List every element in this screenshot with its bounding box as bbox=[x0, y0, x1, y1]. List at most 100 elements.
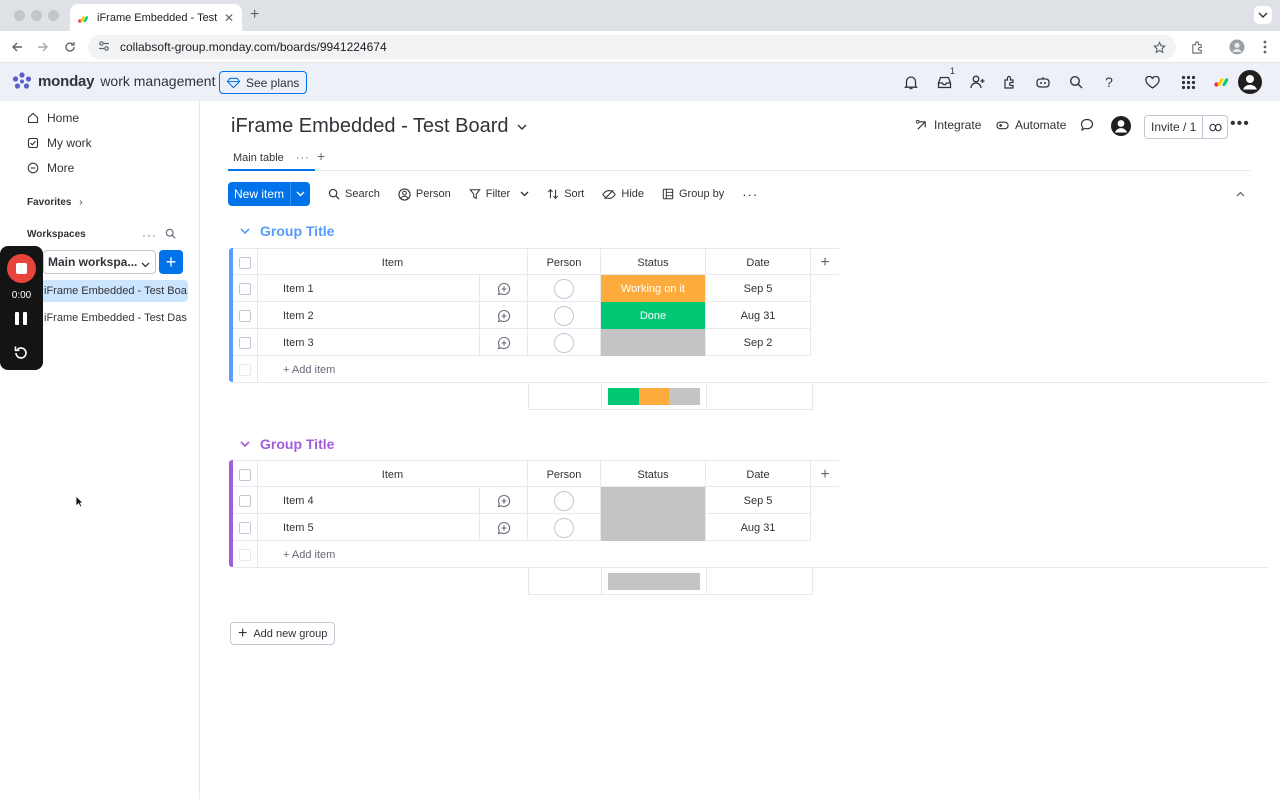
workspace-selector[interactable]: Main workspa... bbox=[43, 250, 156, 274]
column-header-status[interactable]: Status bbox=[601, 461, 706, 488]
sidebar-item-home[interactable]: Home bbox=[27, 111, 79, 125]
item-name[interactable]: Item 3 bbox=[258, 329, 480, 356]
column-header-date[interactable]: Date bbox=[706, 249, 811, 276]
workspaces-search-icon[interactable] bbox=[165, 228, 176, 242]
column-header-item[interactable]: Item bbox=[258, 461, 528, 488]
add-update-icon[interactable] bbox=[480, 487, 528, 514]
date-cell[interactable]: Sep 5 bbox=[706, 275, 811, 302]
date-cell[interactable]: Aug 31 bbox=[706, 514, 811, 541]
inbox-icon[interactable]: 1 bbox=[935, 66, 955, 91]
status-summary-bar[interactable] bbox=[608, 387, 700, 405]
status-cell[interactable]: Working on it bbox=[601, 275, 706, 302]
extensions-icon[interactable] bbox=[1189, 39, 1205, 55]
row-checkbox[interactable] bbox=[233, 275, 258, 302]
add-workspace-item-button[interactable]: + bbox=[159, 250, 183, 274]
add-update-icon[interactable] bbox=[480, 514, 528, 541]
chevron-down-icon[interactable] bbox=[240, 441, 250, 447]
select-all-checkbox[interactable] bbox=[233, 461, 258, 488]
group-title[interactable]: Group Title bbox=[260, 436, 334, 452]
site-settings-icon[interactable] bbox=[98, 40, 110, 55]
automate-button[interactable]: Automate bbox=[996, 118, 1066, 132]
item-name[interactable]: Item 2 bbox=[258, 302, 480, 329]
invite-button[interactable]: Invite / 1 bbox=[1144, 115, 1229, 139]
column-header-item[interactable]: Item bbox=[258, 249, 528, 276]
stop-recording-button[interactable] bbox=[7, 254, 36, 283]
add-update-icon[interactable] bbox=[480, 302, 528, 329]
browser-tab[interactable]: iFrame Embedded - Test Board ✕ bbox=[70, 4, 242, 31]
row-checkbox[interactable] bbox=[233, 514, 258, 541]
address-bar[interactable]: collabsoft-group.monday.com/boards/99412… bbox=[88, 35, 1176, 59]
app-switcher-grid-icon[interactable] bbox=[1179, 73, 1197, 91]
group-header[interactable]: Group Title bbox=[240, 223, 334, 239]
user-avatar-icon[interactable] bbox=[1238, 70, 1262, 94]
integrate-button[interactable]: Integrate bbox=[915, 118, 981, 132]
column-header-date[interactable]: Date bbox=[706, 461, 811, 488]
column-header-person[interactable]: Person bbox=[528, 461, 601, 488]
collapse-header-icon[interactable] bbox=[1230, 185, 1250, 203]
chevron-down-icon[interactable] bbox=[240, 228, 250, 234]
tab-search-chevron-icon[interactable] bbox=[1254, 6, 1272, 24]
help-icon[interactable]: ? bbox=[1100, 73, 1118, 91]
board-updates-icon[interactable] bbox=[1080, 118, 1094, 131]
status-cell[interactable] bbox=[601, 514, 706, 541]
status-cell[interactable] bbox=[601, 329, 706, 356]
table-row[interactable]: Item 3 Sep 2 bbox=[233, 329, 811, 356]
table-row[interactable]: Item 2 Done Aug 31 bbox=[233, 302, 811, 329]
sidebar-item-more[interactable]: More bbox=[27, 161, 74, 175]
chevron-down-icon[interactable] bbox=[291, 191, 310, 197]
back-icon[interactable] bbox=[9, 39, 25, 55]
forward-icon[interactable] bbox=[35, 39, 51, 55]
browser-menu-icon[interactable] bbox=[1257, 39, 1273, 55]
profile-avatar-icon[interactable] bbox=[1229, 39, 1245, 55]
board-owner-avatar-icon[interactable] bbox=[1111, 116, 1131, 139]
person-cell[interactable] bbox=[528, 302, 601, 329]
apps-marketplace-icon[interactable] bbox=[1001, 73, 1019, 91]
sidebar-board-item[interactable]: iFrame Embedded - Test Boa... bbox=[40, 280, 188, 302]
copy-link-icon[interactable] bbox=[1203, 123, 1227, 132]
heart-icon[interactable] bbox=[1143, 73, 1161, 91]
column-header-status[interactable]: Status bbox=[601, 249, 706, 276]
date-cell[interactable]: Sep 2 bbox=[706, 329, 811, 356]
window-minimize-button[interactable] bbox=[31, 10, 42, 21]
add-item-row[interactable]: + Add item bbox=[233, 541, 1268, 568]
table-row[interactable]: Item 5 Aug 31 bbox=[233, 514, 811, 541]
add-item-row[interactable]: + Add item bbox=[233, 356, 1268, 383]
person-cell[interactable] bbox=[528, 275, 601, 302]
status-cell[interactable]: Done bbox=[601, 302, 706, 329]
person-cell[interactable] bbox=[528, 487, 601, 514]
more-actions-icon[interactable]: ··· bbox=[742, 187, 758, 202]
favorites-section[interactable]: Favorites › bbox=[27, 197, 83, 208]
add-column-icon[interactable]: + bbox=[811, 249, 839, 276]
add-item-input[interactable]: + Add item bbox=[258, 541, 1268, 568]
table-row[interactable]: Item 4 Sep 5 bbox=[233, 487, 811, 514]
restart-icon[interactable] bbox=[12, 344, 30, 362]
workspaces-options-icon[interactable]: ··· bbox=[142, 228, 157, 242]
monday-logo[interactable]: monday work management bbox=[12, 72, 215, 90]
status-summary-bar[interactable] bbox=[608, 572, 700, 590]
person-cell[interactable] bbox=[528, 329, 601, 356]
pause-icon[interactable] bbox=[15, 312, 27, 325]
status-cell[interactable] bbox=[601, 487, 706, 514]
sort-button[interactable]: Sort bbox=[547, 188, 584, 200]
item-name[interactable]: Item 4 bbox=[258, 487, 480, 514]
add-update-icon[interactable] bbox=[480, 329, 528, 356]
group-title[interactable]: Group Title bbox=[260, 223, 334, 239]
item-name[interactable]: Item 1 bbox=[258, 275, 480, 302]
group-header[interactable]: Group Title bbox=[240, 436, 334, 452]
add-item-input[interactable]: + Add item bbox=[258, 356, 1268, 383]
reload-icon[interactable] bbox=[62, 39, 78, 55]
add-update-icon[interactable] bbox=[480, 275, 528, 302]
hide-button[interactable]: Hide bbox=[602, 188, 644, 200]
date-cell[interactable]: Aug 31 bbox=[706, 302, 811, 329]
new-item-button[interactable]: New item bbox=[228, 182, 311, 206]
search-button[interactable]: Search bbox=[328, 188, 380, 200]
row-checkbox[interactable] bbox=[233, 487, 258, 514]
notifications-bell-icon[interactable] bbox=[902, 73, 920, 91]
add-column-icon[interactable]: + bbox=[811, 461, 839, 488]
board-menu-icon[interactable]: ••• bbox=[1230, 116, 1250, 132]
see-plans-button[interactable]: See plans bbox=[219, 71, 308, 94]
group-by-button[interactable]: Group by bbox=[662, 188, 724, 200]
date-cell[interactable]: Sep 5 bbox=[706, 487, 811, 514]
ai-assistant-icon[interactable] bbox=[1034, 73, 1052, 91]
add-view-icon[interactable]: + bbox=[317, 148, 325, 164]
